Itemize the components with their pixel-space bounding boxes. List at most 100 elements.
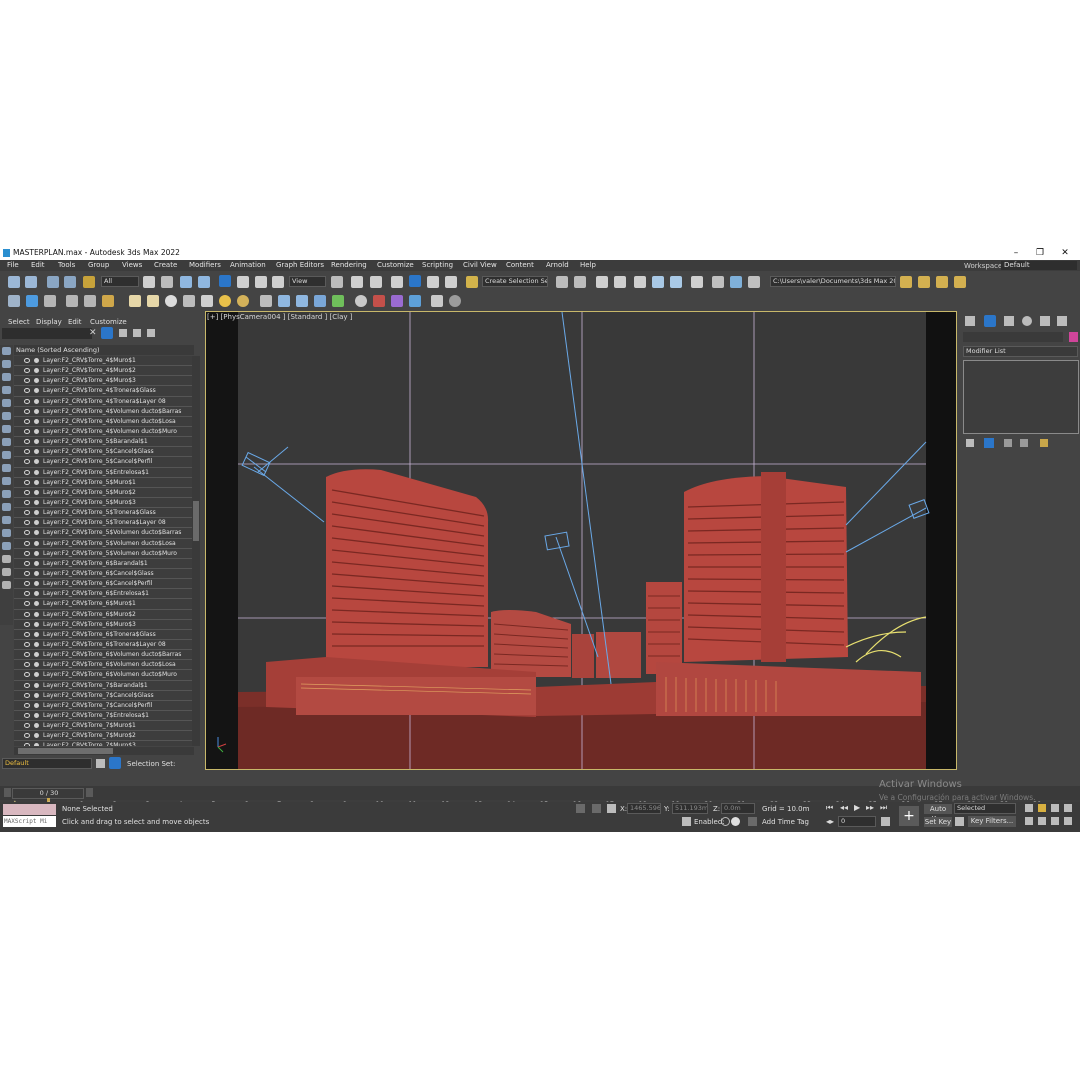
tab-customize[interactable]: Customize xyxy=(90,318,127,326)
rect-selection-icon[interactable] xyxy=(180,276,192,288)
render-toggle-icon[interactable] xyxy=(34,428,39,434)
render-toggle-icon[interactable] xyxy=(34,611,39,617)
add-time-tag[interactable]: Add Time Tag xyxy=(762,818,809,826)
render-toggle-icon[interactable] xyxy=(34,499,39,505)
unlink-icon[interactable] xyxy=(64,276,76,288)
transform-icon[interactable] xyxy=(296,295,308,307)
visibility-eye-icon[interactable] xyxy=(24,581,30,587)
list-item[interactable]: Layer:F2_CRV$Torre_7$Entrelosa$1 xyxy=(14,710,192,722)
display-hidden-icon[interactable] xyxy=(2,503,11,511)
list-item[interactable]: Layer:F2_CRV$Torre_5$Barandal$1 xyxy=(14,437,192,448)
visibility-eye-icon[interactable] xyxy=(24,662,30,668)
next-key-icon[interactable]: ▸▸ xyxy=(866,803,874,812)
list-item[interactable]: Layer:F2_CRV$Torre_6$Muro$3 xyxy=(14,619,192,630)
render-toggle-icon[interactable] xyxy=(34,398,39,404)
viewport[interactable] xyxy=(205,311,957,770)
render-toggle-icon[interactable] xyxy=(34,378,39,384)
output-icon[interactable] xyxy=(431,295,443,307)
list-item[interactable]: Layer:F2_CRV$Torre_7$Muro$2 xyxy=(14,731,192,742)
configure-sets-icon[interactable] xyxy=(1040,439,1048,447)
menu-create[interactable]: Create xyxy=(154,261,177,269)
display-helpers-icon[interactable] xyxy=(2,412,11,420)
visibility-eye-icon[interactable] xyxy=(24,702,30,708)
pen-icon[interactable] xyxy=(409,295,421,307)
ribbon-icon[interactable] xyxy=(634,276,646,288)
list-item[interactable]: Layer:F2_CRV$Torre_7$Muro$3 xyxy=(14,741,192,746)
adaptive-degradation-icon[interactable] xyxy=(682,817,691,826)
render-toggle-icon[interactable] xyxy=(34,591,39,597)
render-toggle-icon[interactable] xyxy=(34,641,39,647)
hierarchy-tab-icon[interactable] xyxy=(1004,316,1014,326)
display-shapes-icon[interactable] xyxy=(2,373,11,381)
palette-icon[interactable] xyxy=(373,295,385,307)
visibility-eye-icon[interactable] xyxy=(24,520,30,526)
search-icon[interactable] xyxy=(2,581,11,589)
scene-explorer-icon[interactable] xyxy=(614,276,626,288)
visibility-eye-icon[interactable] xyxy=(24,428,30,434)
list-item[interactable]: Layer:F2_CRV$Torre_7$Muro$1 xyxy=(14,721,192,732)
sphere-icon[interactable] xyxy=(147,295,159,307)
visibility-eye-icon[interactable] xyxy=(24,378,30,384)
visibility-eye-icon[interactable] xyxy=(24,692,30,698)
tree-icon[interactable] xyxy=(332,295,344,307)
set-key-big-button[interactable]: + xyxy=(899,806,919,826)
globe-icon[interactable] xyxy=(355,295,367,307)
render-toggle-icon[interactable] xyxy=(34,743,39,746)
list-item[interactable]: Layer:F2_CRV$Torre_6$Muro$1 xyxy=(14,599,192,610)
zoom-icon[interactable] xyxy=(1025,804,1033,812)
key-filter-icon[interactable] xyxy=(955,817,964,826)
absolute-mode-icon[interactable] xyxy=(607,804,616,813)
display-spacewarps-icon[interactable] xyxy=(2,425,11,433)
render-toggle-icon[interactable] xyxy=(34,388,39,394)
schematic-view-icon[interactable] xyxy=(670,276,682,288)
display-tab-icon[interactable] xyxy=(1040,316,1050,326)
visibility-eye-icon[interactable] xyxy=(24,358,30,363)
zoom-extents-all-icon[interactable] xyxy=(1064,804,1072,812)
scrollbar-thumb[interactable] xyxy=(18,748,113,754)
maximize-viewport-icon[interactable] xyxy=(1064,817,1072,825)
visibility-eye-icon[interactable] xyxy=(24,652,30,658)
visibility-eye-icon[interactable] xyxy=(24,672,30,678)
menu-graph-editors[interactable]: Graph Editors xyxy=(276,261,324,269)
visibility-eye-icon[interactable] xyxy=(24,439,30,445)
tab-select[interactable]: Select xyxy=(8,318,30,326)
list-item[interactable]: Layer:F2_CRV$Torre_5$Volumen ducto$Muro xyxy=(14,548,192,559)
skylight-icon[interactable] xyxy=(237,295,249,307)
goto-end-icon[interactable]: ⏭ xyxy=(880,803,887,813)
list-item[interactable]: Layer:F2_CRV$Torre_6$Volumen ducto$Losa xyxy=(14,660,192,671)
menu-customize[interactable]: Customize xyxy=(377,261,414,269)
close-button[interactable]: ✕ xyxy=(1053,246,1077,260)
y-coordinate-field[interactable]: 511.193m xyxy=(672,803,708,814)
spinner-snap-icon[interactable] xyxy=(445,276,457,288)
workspaces-dropdown[interactable]: Default xyxy=(1001,261,1077,270)
set-key-button[interactable]: Set Key xyxy=(924,817,952,827)
list-item[interactable]: Layer:F2_CRV$Torre_6$Barandal$1 xyxy=(14,558,192,569)
visibility-eye-icon[interactable] xyxy=(24,591,30,597)
layer-stack-icon[interactable] xyxy=(96,759,105,768)
enabled-toggle[interactable] xyxy=(721,817,730,826)
link-icon[interactable] xyxy=(47,276,59,288)
list-item[interactable]: Layer:F2_CRV$Torre_6$Volumen ducto$Muro xyxy=(14,670,192,681)
box-icon[interactable] xyxy=(129,295,141,307)
render-toggle-icon[interactable] xyxy=(34,459,39,465)
list-item[interactable]: Layer:F2_CRV$Torre_6$Muro$2 xyxy=(14,609,192,620)
explorer-search-input[interactable] xyxy=(2,328,92,339)
name-column-header[interactable]: Name (Sorted Ascending) xyxy=(14,345,194,355)
display-frozen-icon[interactable] xyxy=(2,490,11,498)
percent-snap-icon[interactable] xyxy=(427,276,439,288)
menu-rendering[interactable]: Rendering xyxy=(331,261,367,269)
display-influences-icon[interactable] xyxy=(2,529,11,537)
render-toggle-icon[interactable] xyxy=(34,581,39,587)
visibility-eye-icon[interactable] xyxy=(24,469,30,475)
make-unique-icon[interactable] xyxy=(1004,439,1012,447)
sun-icon[interactable] xyxy=(219,295,231,307)
modifier-list-dropdown[interactable]: Modifier List xyxy=(963,346,1078,357)
next-frame-icon[interactable] xyxy=(86,788,93,797)
maxscript-listener-pink[interactable] xyxy=(3,804,56,815)
visibility-eye-icon[interactable] xyxy=(24,743,30,746)
render-toggle-icon[interactable] xyxy=(34,601,39,607)
utilities-tab-icon[interactable] xyxy=(1057,316,1067,326)
visibility-eye-icon[interactable] xyxy=(24,368,30,374)
render-toggle-icon[interactable] xyxy=(34,692,39,698)
zoom-extents-icon[interactable] xyxy=(1051,804,1059,812)
